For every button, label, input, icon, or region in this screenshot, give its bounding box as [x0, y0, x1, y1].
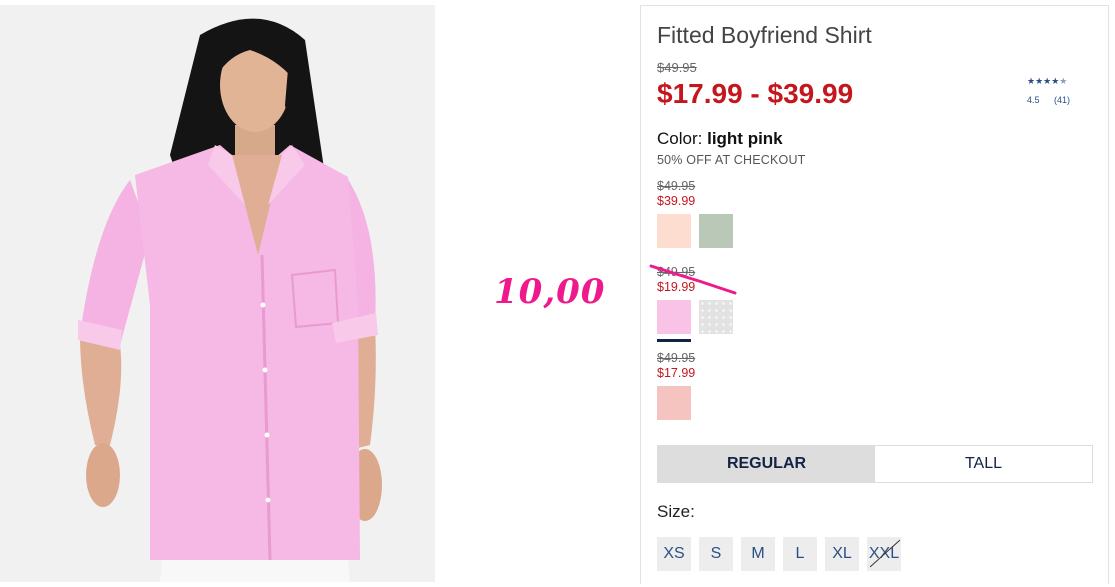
rating-summary[interactable]: ★★★★★ 4.5 (41): [1027, 76, 1087, 105]
group-original-price: $49.95: [657, 351, 696, 365]
rating-count[interactable]: (41): [1054, 95, 1070, 105]
size-label: Size:: [657, 502, 695, 521]
group-sale-price: $17.99: [657, 366, 696, 380]
product-title: Fitted Boyfriend Shirt: [657, 22, 872, 48]
model-illustration: [0, 5, 435, 582]
color-label: Color:: [657, 129, 703, 148]
fit-selector: REGULAR TALL: [657, 445, 1093, 483]
size-xxl-button[interactable]: XXL: [867, 537, 901, 571]
group-original-price: $49.95: [657, 179, 696, 193]
size-xs-button[interactable]: XS: [657, 537, 691, 571]
color-selection: Color: light pink: [657, 129, 783, 149]
sale-price-range: $17.99 - $39.99: [657, 78, 854, 109]
product-photo: [0, 5, 435, 582]
rating-value: 4.5: [1027, 95, 1040, 105]
annotation-price: 10,00: [494, 272, 606, 312]
size-m-button[interactable]: M: [741, 537, 775, 571]
group-sale-price: $39.99: [657, 194, 696, 208]
swatch-light-pink[interactable]: [657, 300, 691, 342]
swatch-blush[interactable]: [657, 386, 691, 420]
tab-tall[interactable]: TALL: [875, 446, 1092, 482]
size-s-button[interactable]: S: [699, 537, 733, 571]
size-l-button[interactable]: L: [783, 537, 817, 571]
swatch-peach[interactable]: [657, 214, 691, 248]
price-group: $49.95 $17.99: [657, 351, 695, 420]
size-xl-button[interactable]: XL: [825, 537, 859, 571]
promo-text: 50% OFF AT CHECKOUT: [657, 153, 806, 167]
size-selector: XS S M L XL XXL: [657, 537, 901, 571]
color-name: light pink: [707, 129, 783, 148]
price-group: $49.95 $39.99: [657, 179, 733, 248]
swatch-grey-dot[interactable]: [699, 300, 733, 334]
tab-regular[interactable]: REGULAR: [658, 446, 875, 482]
product-panel: Fitted Boyfriend Shirt $49.95 $17.99 - $…: [640, 5, 1109, 584]
star-rating-icon: ★★★★★: [1027, 76, 1068, 86]
annotation-strike: [649, 264, 737, 295]
original-price: $49.95: [657, 60, 697, 75]
swatch-sage[interactable]: [699, 214, 733, 248]
